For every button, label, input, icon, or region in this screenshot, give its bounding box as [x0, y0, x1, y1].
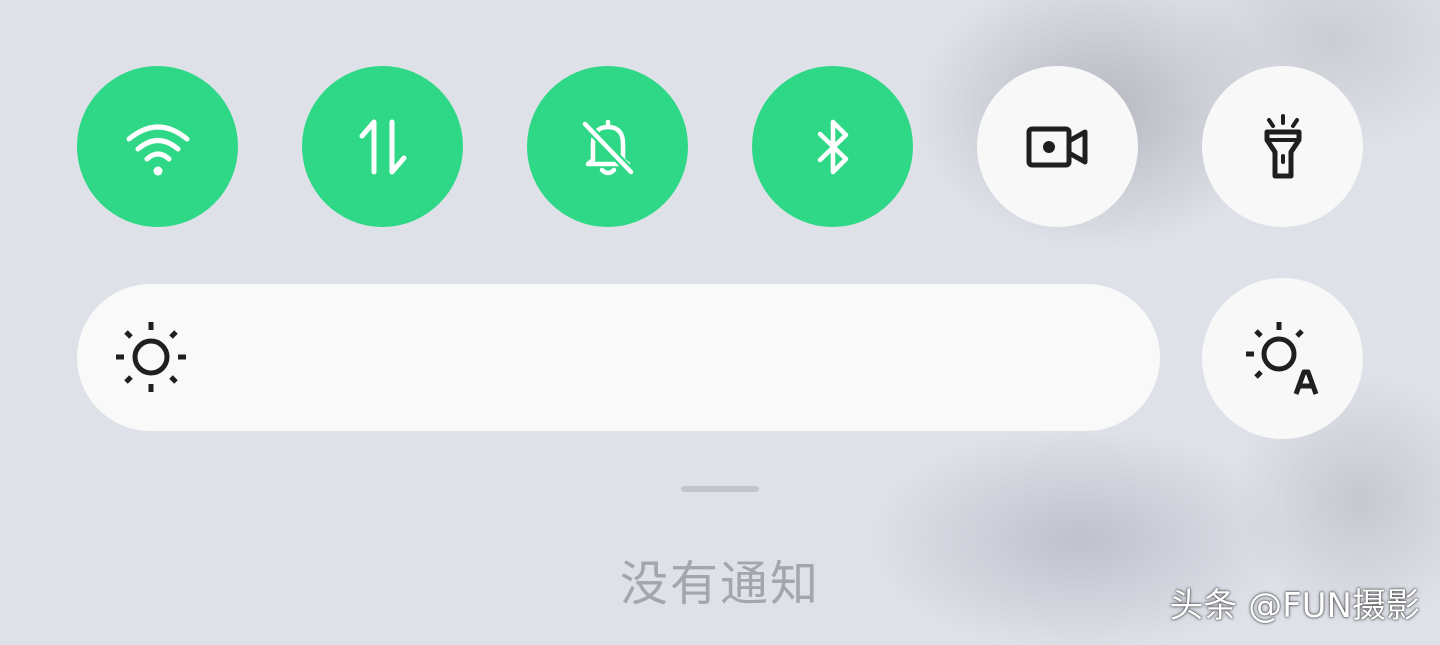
watermark: 头条 @FUN摄影 — [1169, 586, 1420, 626]
sun-icon — [116, 322, 186, 392]
auto-brightness-toggle[interactable] — [1202, 278, 1363, 439]
flashlight-icon — [1264, 113, 1301, 178]
flashlight-toggle[interactable] — [1202, 66, 1363, 227]
bell-off-icon — [580, 119, 635, 176]
auto-brightness-icon — [1245, 321, 1318, 395]
bluetooth-icon — [817, 119, 848, 174]
brightness-slider[interactable] — [77, 284, 1160, 431]
mobile-data-toggle[interactable] — [302, 66, 463, 227]
bluetooth-toggle[interactable] — [752, 66, 913, 227]
screen-record-icon — [1026, 126, 1087, 167]
wifi-toggle[interactable] — [77, 66, 238, 227]
screen-record-toggle[interactable] — [977, 66, 1138, 227]
mobile-data-arrows-icon — [359, 119, 406, 174]
wifi-icon — [126, 124, 189, 175]
silent-mode-toggle[interactable] — [527, 66, 688, 227]
drag-handle[interactable] — [681, 486, 759, 492]
